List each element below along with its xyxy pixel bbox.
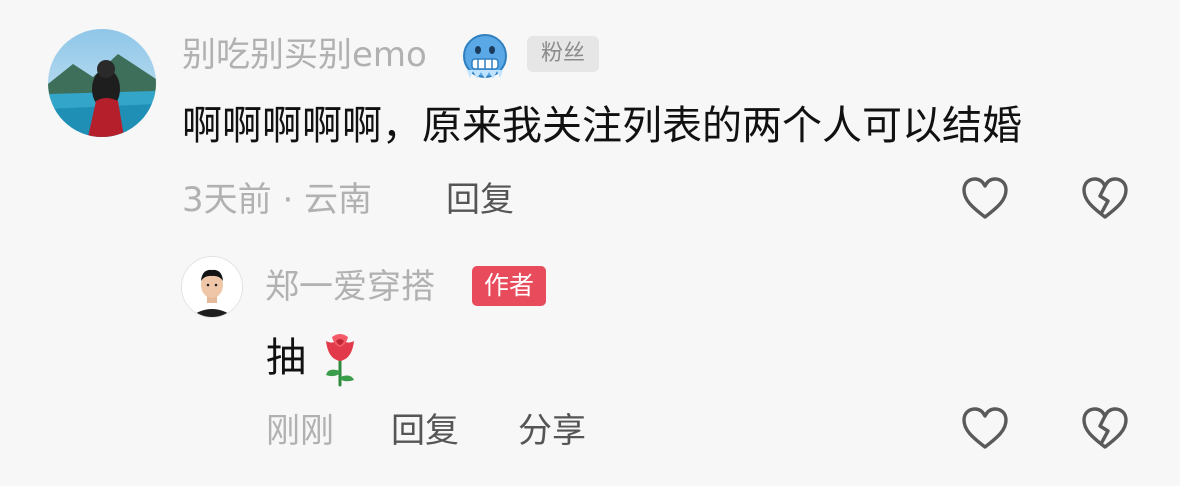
share-button[interactable]: 分享: [518, 411, 586, 451]
commenter-avatar[interactable]: [48, 29, 156, 137]
reply-button[interactable]: 回复: [446, 180, 514, 220]
comment-timestamp-location: 3天前 · 云南: [182, 180, 373, 220]
author-avatar[interactable]: [181, 256, 243, 318]
dislike-broken-heart-icon[interactable]: [1080, 174, 1130, 224]
reply-text: 抽: [266, 335, 306, 381]
fan-badge: 粉丝: [527, 36, 600, 72]
author-badge: 作者: [472, 266, 547, 306]
comment-text: 啊啊啊啊啊，原来我关注列表的两个人可以结婚: [182, 103, 1022, 149]
like-heart-icon[interactable]: [960, 174, 1010, 224]
reply-like-heart-icon[interactable]: [960, 404, 1010, 454]
reply-dislike-broken-heart-icon[interactable]: [1080, 404, 1130, 454]
cold-face-emoji-icon: [461, 32, 509, 80]
rose-emoji-icon: [318, 331, 362, 387]
reply-timestamp: 刚刚: [266, 411, 334, 451]
reply-reply-button[interactable]: 回复: [391, 411, 459, 451]
commenter-username[interactable]: 别吃别买别emo: [182, 35, 427, 75]
author-username[interactable]: 郑一爱穿搭: [265, 267, 435, 307]
